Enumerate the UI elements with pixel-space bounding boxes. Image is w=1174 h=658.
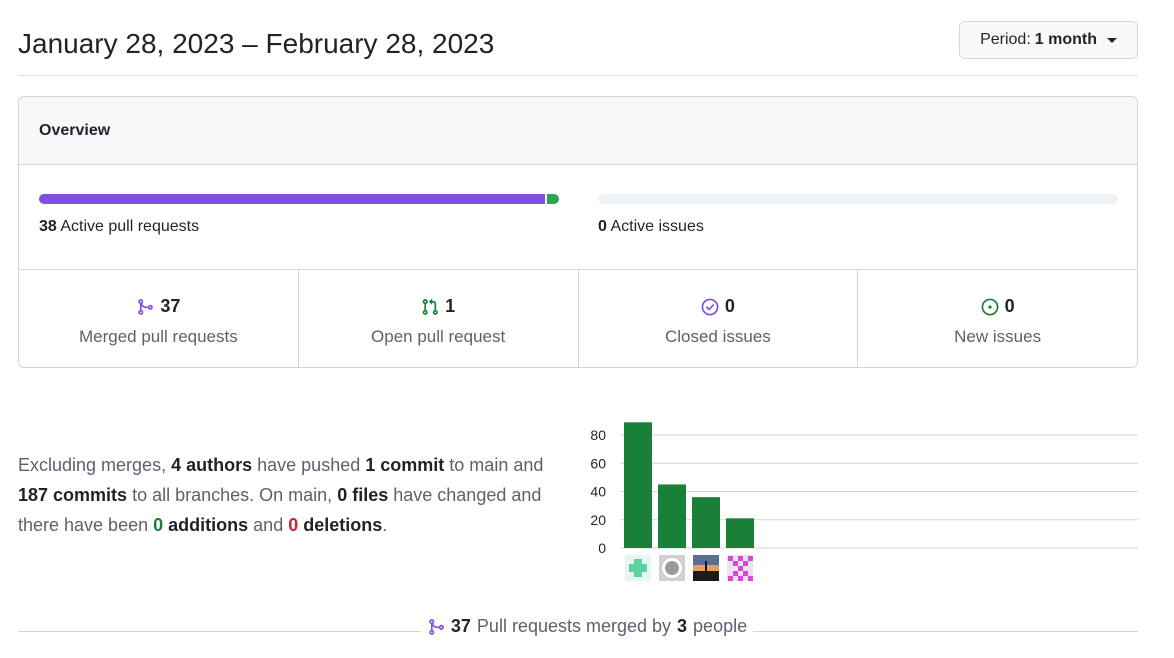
closed-count: 0 (724, 296, 735, 316)
issue-closed-icon (701, 298, 719, 315)
additions-word: additions (168, 515, 249, 535)
people-count: 3 (677, 616, 688, 636)
active-pull-requests-count: 38 (39, 218, 57, 235)
merged-label: Merged pull requests (78, 326, 238, 346)
open-count: 1 (445, 296, 456, 316)
y-tick-label: 0 (598, 540, 606, 556)
sunset-photo-avatar[interactable] (693, 555, 719, 581)
y-tick-label: 20 (590, 512, 606, 528)
commit-summary: Excluding merges, 4 authors have pushed … (18, 450, 563, 540)
activity-bars: 38 Active pull requests 0 Active issues (19, 165, 1137, 270)
new-label: New issues (954, 326, 1042, 346)
commits-all-count: 187 commits (18, 485, 128, 505)
summary-text: Excluding merges, (18, 455, 167, 475)
git-merge-icon (429, 618, 444, 635)
summary-text: to main and (449, 455, 544, 475)
period-value: 1 month (1034, 31, 1097, 48)
open-segment (547, 194, 559, 204)
stats-row: 37 Merged pull requests 1 Open pull requ… (19, 270, 1137, 367)
y-tick-label: 80 (590, 427, 606, 443)
stat-merged-pull-requests[interactable]: 37 Merged pull requests (19, 270, 299, 367)
files-changed-count: 0 files (337, 485, 389, 505)
merged-by-footer: 37 Pull requests merged by 3 people (0, 616, 1174, 641)
summary-text: . (382, 515, 388, 535)
stat-open-pull-request[interactable]: 1 Open pull request (299, 270, 579, 367)
commits-main-count: 1 commit (365, 455, 445, 475)
issues-progress-bar (598, 194, 1118, 204)
date-range-title: January 28, 2023 – February 28, 2023 (18, 28, 495, 59)
stat-new-issues[interactable]: 0 New issues (858, 270, 1137, 367)
period-dropdown-button[interactable]: Period: 1 month (959, 21, 1138, 59)
open-label: Open pull request (371, 326, 506, 346)
overview-title: Overview (19, 97, 1137, 165)
merged-count: 37 (160, 296, 181, 316)
merged-by-text: Pull requests merged by (476, 616, 672, 636)
active-issues-text: Active issues (610, 218, 704, 235)
deletions-count: 0 (288, 515, 299, 535)
deletions-word: deletions (303, 515, 383, 535)
active-pull-requests-text: Active pull requests (60, 218, 200, 235)
merged-pr-count: 37 (450, 616, 471, 636)
overview-panel: Overview 38 Active pull requests 0 Activ… (18, 96, 1138, 368)
git-merge-icon (138, 298, 154, 315)
summary-text: to all branches. On main, (132, 485, 333, 505)
issues-activity[interactable]: 0 Active issues (598, 194, 1118, 236)
summary-text: have pushed (257, 455, 361, 475)
y-tick-label: 60 (590, 455, 606, 471)
authors-count: 4 authors (171, 455, 253, 475)
pulse-header: January 28, 2023 – February 28, 2023 Per… (18, 20, 1138, 76)
active-pull-requests-label: 38 Active pull requests (39, 218, 559, 236)
active-issues-label: 0 Active issues (598, 218, 1118, 236)
contributors-bar-chart: 0 20 40 60 80 (590, 422, 1138, 581)
contributor-bar[interactable] (726, 518, 754, 548)
git-pull-request-icon (422, 298, 438, 315)
contributors-chart: 0 20 40 60 80 (580, 418, 1140, 588)
contributor-bar[interactable] (658, 484, 686, 548)
new-count: 0 (1004, 296, 1015, 316)
closed-label: Closed issues (664, 326, 771, 346)
additions-count: 0 (153, 515, 164, 535)
period-prefix: Period: (980, 31, 1031, 48)
people-text: people (693, 616, 748, 636)
contributor-bar[interactable] (624, 422, 652, 548)
summary-text: and (253, 515, 284, 535)
issue-opened-icon (981, 298, 999, 315)
pull-requests-activity[interactable]: 38 Active pull requests (39, 194, 559, 236)
stat-closed-issues[interactable]: 0 Closed issues (579, 270, 859, 367)
magenta-pattern-avatar[interactable] (727, 555, 753, 581)
y-tick-label: 40 (590, 484, 606, 500)
caret-down-icon (1107, 37, 1117, 43)
merged-segment (39, 194, 546, 204)
teal-cross-avatar[interactable] (625, 555, 651, 581)
pull-requests-progress-bar (39, 194, 559, 204)
contributor-bar[interactable] (692, 497, 720, 548)
active-issues-count: 0 (598, 218, 607, 235)
github-octocat-avatar[interactable] (659, 555, 685, 581)
